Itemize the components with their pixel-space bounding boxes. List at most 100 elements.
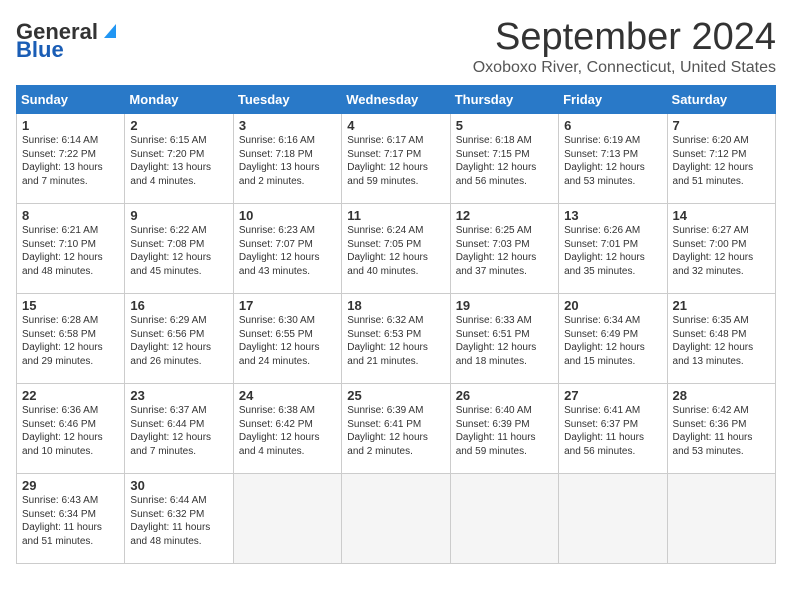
day-number: 17: [239, 298, 336, 313]
calendar-cell: 2Sunrise: 6:15 AMSunset: 7:20 PMDaylight…: [125, 114, 233, 204]
day-info: Sunrise: 6:19 AMSunset: 7:13 PMDaylight:…: [564, 134, 661, 188]
logo: General Blue: [16, 20, 120, 62]
day-number: 28: [673, 388, 770, 403]
day-number: 7: [673, 118, 770, 133]
day-number: 24: [239, 388, 336, 403]
day-info: Sunrise: 6:25 AMSunset: 7:03 PMDaylight:…: [456, 224, 553, 278]
location-title: Oxoboxo River, Connecticut, United State…: [473, 59, 776, 77]
day-info: Sunrise: 6:32 AMSunset: 6:53 PMDaylight:…: [347, 314, 444, 368]
calendar-cell: 8Sunrise: 6:21 AMSunset: 7:10 PMDaylight…: [17, 204, 125, 294]
day-number: 15: [22, 298, 119, 313]
calendar-cell: 12Sunrise: 6:25 AMSunset: 7:03 PMDayligh…: [450, 204, 558, 294]
day-info: Sunrise: 6:41 AMSunset: 6:37 PMDaylight:…: [564, 404, 661, 458]
day-number: 2: [130, 118, 227, 133]
calendar-cell: 4Sunrise: 6:17 AMSunset: 7:17 PMDaylight…: [342, 114, 450, 204]
day-number: 22: [22, 388, 119, 403]
day-number: 26: [456, 388, 553, 403]
day-number: 30: [130, 478, 227, 493]
calendar-cell: 13Sunrise: 6:26 AMSunset: 7:01 PMDayligh…: [559, 204, 667, 294]
day-number: 10: [239, 208, 336, 223]
calendar-cell: 5Sunrise: 6:18 AMSunset: 7:15 PMDaylight…: [450, 114, 558, 204]
day-info: Sunrise: 6:37 AMSunset: 6:44 PMDaylight:…: [130, 404, 227, 458]
day-number: 19: [456, 298, 553, 313]
calendar-cell: 28Sunrise: 6:42 AMSunset: 6:36 PMDayligh…: [667, 384, 775, 474]
day-info: Sunrise: 6:16 AMSunset: 7:18 PMDaylight:…: [239, 134, 336, 188]
day-number: 29: [22, 478, 119, 493]
calendar-cell: 29Sunrise: 6:43 AMSunset: 6:34 PMDayligh…: [17, 474, 125, 564]
calendar-cell: 1Sunrise: 6:14 AMSunset: 7:22 PMDaylight…: [17, 114, 125, 204]
day-number: 5: [456, 118, 553, 133]
calendar-cell: [342, 474, 450, 564]
column-header-monday: Monday: [125, 86, 233, 114]
day-info: Sunrise: 6:22 AMSunset: 7:08 PMDaylight:…: [130, 224, 227, 278]
calendar-cell: 15Sunrise: 6:28 AMSunset: 6:58 PMDayligh…: [17, 294, 125, 384]
column-header-saturday: Saturday: [667, 86, 775, 114]
day-info: Sunrise: 6:42 AMSunset: 6:36 PMDaylight:…: [673, 404, 770, 458]
calendar-cell: [233, 474, 341, 564]
calendar-cell: 20Sunrise: 6:34 AMSunset: 6:49 PMDayligh…: [559, 294, 667, 384]
day-info: Sunrise: 6:35 AMSunset: 6:48 PMDaylight:…: [673, 314, 770, 368]
title-section: September 2024 Oxoboxo River, Connecticu…: [473, 16, 776, 77]
column-header-wednesday: Wednesday: [342, 86, 450, 114]
column-header-friday: Friday: [559, 86, 667, 114]
day-info: Sunrise: 6:29 AMSunset: 6:56 PMDaylight:…: [130, 314, 227, 368]
calendar-cell: 23Sunrise: 6:37 AMSunset: 6:44 PMDayligh…: [125, 384, 233, 474]
day-number: 21: [673, 298, 770, 313]
day-number: 8: [22, 208, 119, 223]
calendar-cell: 3Sunrise: 6:16 AMSunset: 7:18 PMDaylight…: [233, 114, 341, 204]
day-info: Sunrise: 6:34 AMSunset: 6:49 PMDaylight:…: [564, 314, 661, 368]
day-number: 4: [347, 118, 444, 133]
day-info: Sunrise: 6:27 AMSunset: 7:00 PMDaylight:…: [673, 224, 770, 278]
column-header-tuesday: Tuesday: [233, 86, 341, 114]
day-number: 3: [239, 118, 336, 133]
calendar-cell: 9Sunrise: 6:22 AMSunset: 7:08 PMDaylight…: [125, 204, 233, 294]
day-info: Sunrise: 6:24 AMSunset: 7:05 PMDaylight:…: [347, 224, 444, 278]
day-number: 20: [564, 298, 661, 313]
day-info: Sunrise: 6:40 AMSunset: 6:39 PMDaylight:…: [456, 404, 553, 458]
calendar-cell: 10Sunrise: 6:23 AMSunset: 7:07 PMDayligh…: [233, 204, 341, 294]
day-info: Sunrise: 6:43 AMSunset: 6:34 PMDaylight:…: [22, 494, 119, 548]
calendar-cell: 27Sunrise: 6:41 AMSunset: 6:37 PMDayligh…: [559, 384, 667, 474]
day-info: Sunrise: 6:28 AMSunset: 6:58 PMDaylight:…: [22, 314, 119, 368]
calendar-cell: 25Sunrise: 6:39 AMSunset: 6:41 PMDayligh…: [342, 384, 450, 474]
month-title: September 2024: [473, 16, 776, 59]
column-header-thursday: Thursday: [450, 86, 558, 114]
day-info: Sunrise: 6:33 AMSunset: 6:51 PMDaylight:…: [456, 314, 553, 368]
logo-arrow-icon: [100, 20, 120, 40]
day-info: Sunrise: 6:18 AMSunset: 7:15 PMDaylight:…: [456, 134, 553, 188]
calendar-cell: 22Sunrise: 6:36 AMSunset: 6:46 PMDayligh…: [17, 384, 125, 474]
calendar-cell: 21Sunrise: 6:35 AMSunset: 6:48 PMDayligh…: [667, 294, 775, 384]
calendar-cell: 7Sunrise: 6:20 AMSunset: 7:12 PMDaylight…: [667, 114, 775, 204]
day-number: 11: [347, 208, 444, 223]
calendar-cell: 30Sunrise: 6:44 AMSunset: 6:32 PMDayligh…: [125, 474, 233, 564]
calendar-table: SundayMondayTuesdayWednesdayThursdayFrid…: [16, 85, 776, 564]
day-info: Sunrise: 6:39 AMSunset: 6:41 PMDaylight:…: [347, 404, 444, 458]
calendar-cell: 19Sunrise: 6:33 AMSunset: 6:51 PMDayligh…: [450, 294, 558, 384]
day-info: Sunrise: 6:36 AMSunset: 6:46 PMDaylight:…: [22, 404, 119, 458]
day-info: Sunrise: 6:23 AMSunset: 7:07 PMDaylight:…: [239, 224, 336, 278]
day-number: 23: [130, 388, 227, 403]
day-info: Sunrise: 6:20 AMSunset: 7:12 PMDaylight:…: [673, 134, 770, 188]
calendar-header-row: SundayMondayTuesdayWednesdayThursdayFrid…: [17, 86, 776, 114]
day-info: Sunrise: 6:30 AMSunset: 6:55 PMDaylight:…: [239, 314, 336, 368]
day-info: Sunrise: 6:44 AMSunset: 6:32 PMDaylight:…: [130, 494, 227, 548]
column-header-sunday: Sunday: [17, 86, 125, 114]
day-number: 27: [564, 388, 661, 403]
day-info: Sunrise: 6:17 AMSunset: 7:17 PMDaylight:…: [347, 134, 444, 188]
day-number: 9: [130, 208, 227, 223]
day-number: 14: [673, 208, 770, 223]
calendar-week-3: 15Sunrise: 6:28 AMSunset: 6:58 PMDayligh…: [17, 294, 776, 384]
logo-blue-text: Blue: [16, 37, 64, 62]
calendar-week-2: 8Sunrise: 6:21 AMSunset: 7:10 PMDaylight…: [17, 204, 776, 294]
calendar-cell: [559, 474, 667, 564]
day-number: 6: [564, 118, 661, 133]
day-number: 25: [347, 388, 444, 403]
calendar-cell: [450, 474, 558, 564]
day-info: Sunrise: 6:38 AMSunset: 6:42 PMDaylight:…: [239, 404, 336, 458]
day-number: 12: [456, 208, 553, 223]
day-info: Sunrise: 6:15 AMSunset: 7:20 PMDaylight:…: [130, 134, 227, 188]
calendar-cell: 11Sunrise: 6:24 AMSunset: 7:05 PMDayligh…: [342, 204, 450, 294]
calendar-cell: [667, 474, 775, 564]
day-info: Sunrise: 6:26 AMSunset: 7:01 PMDaylight:…: [564, 224, 661, 278]
day-number: 18: [347, 298, 444, 313]
